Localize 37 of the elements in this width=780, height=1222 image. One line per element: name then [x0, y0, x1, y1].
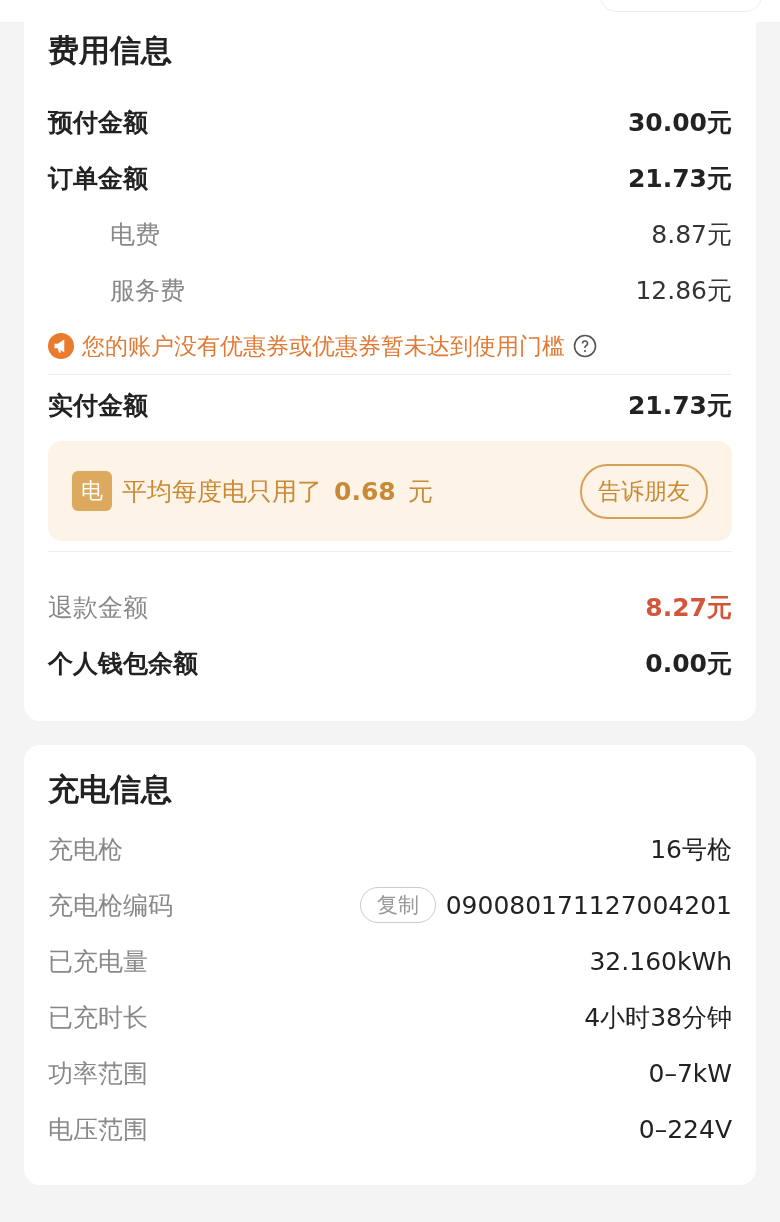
copy-button[interactable]: 复制 — [359, 887, 436, 923]
row-value: 0–224V — [638, 1114, 732, 1144]
row-label: 已充时长 — [48, 1001, 148, 1034]
promo-amount: 0.68 — [334, 476, 396, 506]
row-label: 个人钱包余额 — [48, 647, 198, 680]
promo-text: 平均每度电只用了 — [122, 475, 322, 508]
electricity-badge: 电 — [72, 471, 112, 511]
promo-unit: 元 — [407, 475, 433, 508]
row-label: 预付金额 — [48, 106, 148, 139]
row-value: 090080171127004201 — [445, 890, 732, 920]
row-value: 8.87元 — [651, 218, 732, 251]
help-icon[interactable] — [573, 334, 597, 358]
section-title: 费用信息 — [48, 31, 173, 70]
row-value: 21.73元 — [627, 162, 732, 195]
row-value: 8.27元 — [645, 591, 732, 624]
row-label: 实付金额 — [48, 389, 148, 422]
row-value: 0–7kW — [648, 1058, 732, 1088]
row-value: 32.160kWh — [589, 946, 732, 976]
row-label: 充电枪 — [48, 833, 123, 866]
row-value: 12.86元 — [635, 274, 732, 307]
row-label: 功率范围 — [48, 1057, 148, 1090]
row-label: 服务费 — [109, 274, 185, 307]
megaphone-icon — [48, 333, 74, 359]
row-label: 电费 — [109, 218, 160, 251]
row-label: 电压范围 — [48, 1113, 148, 1146]
row-label: 已充电量 — [48, 945, 148, 978]
row-value: 30.00元 — [627, 106, 732, 139]
notice-text: 您的账户没有优惠券或优惠券暂未达到使用门槛 — [82, 331, 565, 361]
row-value: 21.73元 — [627, 389, 732, 422]
share-button[interactable]: 告诉朋友 — [580, 463, 708, 519]
row-value: 16号枪 — [650, 833, 732, 866]
row-label: 退款金额 — [48, 591, 148, 624]
row-label: 充电枪编码 — [48, 889, 173, 922]
row-value: 4小时38分钟 — [584, 1001, 732, 1034]
section-title: 充电信息 — [48, 770, 173, 809]
row-label: 订单金额 — [48, 162, 148, 195]
row-value: 0.00元 — [645, 647, 732, 680]
